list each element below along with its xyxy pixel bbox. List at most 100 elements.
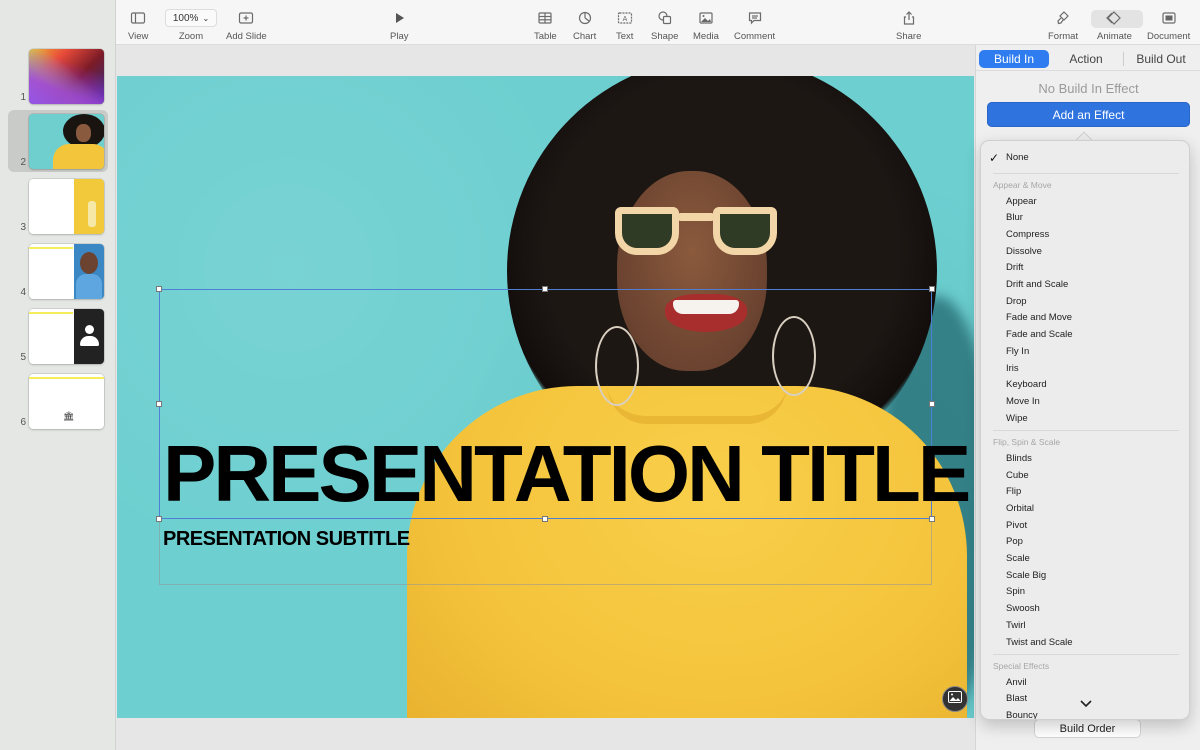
build-status: No Build In Effect — [1038, 81, 1139, 96]
menu-item-orbital[interactable]: Orbital — [1006, 503, 1034, 514]
menu-item-fade-and-move[interactable]: Fade and Move — [1006, 312, 1072, 323]
resize-handle-top-right[interactable] — [929, 286, 935, 292]
resize-handle-bottom-left[interactable] — [156, 516, 162, 522]
menu-item-blast[interactable]: Blast — [1006, 693, 1027, 704]
menu-item-dissolve[interactable]: Dissolve — [1006, 246, 1042, 257]
resize-handle-bottom-right[interactable] — [929, 516, 935, 522]
slide-thumbnail-6[interactable]: 6 🏛 — [8, 370, 108, 432]
toolbar: View 100% ⌄ Zoom Add Slide Play Table Ch… — [116, 0, 1200, 45]
menu-item-iris[interactable]: Iris — [1006, 363, 1019, 374]
menu-item-anvil[interactable]: Anvil — [1006, 677, 1027, 688]
resize-handle-right[interactable] — [929, 401, 935, 407]
table-icon — [537, 7, 553, 29]
slide-preview-photo — [29, 114, 104, 169]
add-slide-label: Add Slide — [226, 31, 267, 42]
slide-preview-text: 🏛 — [29, 374, 104, 429]
menu-item-scale[interactable]: Scale — [1006, 553, 1030, 564]
slide-subtitle[interactable]: PRESENTATION SUBTITLE — [163, 528, 410, 551]
menu-section-header: Flip, Spin & Scale — [993, 437, 1061, 448]
scroll-down-chevron-icon[interactable] — [1079, 699, 1093, 709]
menu-section-header: Special Effects — [993, 661, 1050, 672]
zoom-control[interactable]: 100% ⌄ Zoom — [165, 7, 217, 42]
document-label: Document — [1147, 31, 1191, 42]
play-icon — [391, 7, 407, 29]
menu-item-appear[interactable]: Appear — [1006, 196, 1037, 207]
chevron-down-icon: ⌄ — [202, 13, 210, 23]
resize-handle-bottom[interactable] — [542, 516, 548, 522]
view-label: View — [128, 31, 149, 42]
menu-item-fade-and-scale[interactable]: Fade and Scale — [1006, 329, 1073, 340]
slide-thumbnail-4[interactable]: 4 — [8, 240, 108, 302]
comment-button[interactable]: Comment — [734, 7, 775, 42]
menu-item-cube[interactable]: Cube — [1006, 470, 1029, 481]
menu-item-spin[interactable]: Spin — [1006, 586, 1025, 597]
menu-item-compress[interactable]: Compress — [1006, 229, 1049, 240]
animate-button[interactable]: Animate — [1097, 7, 1132, 42]
tab-build-in[interactable]: Build In — [979, 50, 1049, 68]
view-button[interactable]: View — [128, 7, 148, 42]
menu-item-blur[interactable]: Blur — [1006, 212, 1023, 223]
build-order-button[interactable]: Build Order — [1034, 719, 1141, 738]
comment-label: Comment — [734, 31, 776, 42]
chart-label: Chart — [573, 31, 597, 42]
menu-item-flip[interactable]: Flip — [1006, 486, 1021, 497]
replace-image-button[interactable] — [942, 686, 968, 712]
sidebar-icon — [130, 7, 146, 29]
slide-title[interactable]: PRESENTATION TITLE — [163, 428, 971, 520]
menu-item-bouncy[interactable]: Bouncy — [1006, 710, 1038, 719]
menu-item-blinds[interactable]: Blinds — [1006, 453, 1032, 464]
slide-thumbnail-3[interactable]: 3 — [8, 175, 108, 237]
zoom-label: Zoom — [178, 31, 204, 42]
play-label: Play — [390, 31, 409, 42]
menu-item-scale-big[interactable]: Scale Big — [1006, 570, 1046, 581]
slide-preview-gradient — [29, 49, 104, 104]
menu-item-drop[interactable]: Drop — [1006, 296, 1027, 307]
resize-handle-top-left[interactable] — [156, 286, 162, 292]
menu-item-drift-and-scale[interactable]: Drift and Scale — [1006, 279, 1068, 290]
document-icon — [1161, 7, 1177, 29]
menu-item-fly-in[interactable]: Fly In — [1006, 346, 1029, 357]
resize-handle-top[interactable] — [542, 286, 548, 292]
add-effect-button[interactable]: Add an Effect — [987, 102, 1190, 127]
plus-square-icon — [238, 7, 254, 29]
chart-icon — [577, 7, 593, 29]
menu-item-keyboard[interactable]: Keyboard — [1006, 379, 1047, 390]
slide-preview-placeholder — [29, 309, 104, 364]
menu-item-move-in[interactable]: Move In — [1006, 396, 1040, 407]
menu-item-wipe[interactable]: Wipe — [1006, 413, 1028, 424]
slide-2[interactable]: PRESENTATION TITLE PRESENTATION SUBTITLE — [117, 76, 974, 718]
zoom-select[interactable]: 100% ⌄ — [165, 9, 217, 27]
slide-preview-half-photo — [29, 244, 104, 299]
slide-number: 2 — [20, 157, 26, 168]
media-button[interactable]: Media — [693, 7, 719, 42]
menu-item-twirl[interactable]: Twirl — [1006, 620, 1026, 631]
media-label: Media — [693, 31, 719, 42]
menu-item-drift[interactable]: Drift — [1006, 262, 1023, 273]
menu-item-swoosh[interactable]: Swoosh — [1006, 603, 1040, 614]
tab-build-out[interactable]: Build Out — [1124, 50, 1198, 68]
add-slide-button[interactable]: Add Slide — [226, 7, 267, 42]
menu-item-none[interactable]: None — [1006, 152, 1029, 163]
chart-button[interactable]: Chart — [573, 7, 596, 42]
shape-label: Shape — [651, 31, 679, 42]
menu-item-pop[interactable]: Pop — [1006, 536, 1023, 547]
resize-handle-left[interactable] — [156, 401, 162, 407]
slide-thumbnail-2[interactable]: 2 — [8, 110, 108, 172]
shape-button[interactable]: Shape — [651, 7, 678, 42]
menu-item-pivot[interactable]: Pivot — [1006, 520, 1027, 531]
text-button[interactable]: A Text — [616, 7, 633, 42]
table-button[interactable]: Table — [534, 7, 557, 42]
play-button[interactable]: Play — [390, 7, 408, 42]
text-label: Text — [616, 31, 634, 42]
format-button[interactable]: Format — [1048, 7, 1078, 42]
share-button[interactable]: Share — [896, 7, 921, 42]
slide-number: 6 — [20, 417, 26, 428]
menu-item-twist-and-scale[interactable]: Twist and Scale — [1006, 637, 1073, 648]
slide-navigator: 1 2 3 4 5 6 🏛 — [0, 0, 116, 750]
tab-action[interactable]: Action — [1049, 50, 1123, 68]
slide-thumbnail-5[interactable]: 5 — [8, 305, 108, 367]
divider — [976, 70, 1200, 71]
slide-thumbnail-1[interactable]: 1 — [8, 45, 108, 107]
document-button[interactable]: Document — [1147, 7, 1190, 42]
menu-separator — [993, 654, 1179, 656]
